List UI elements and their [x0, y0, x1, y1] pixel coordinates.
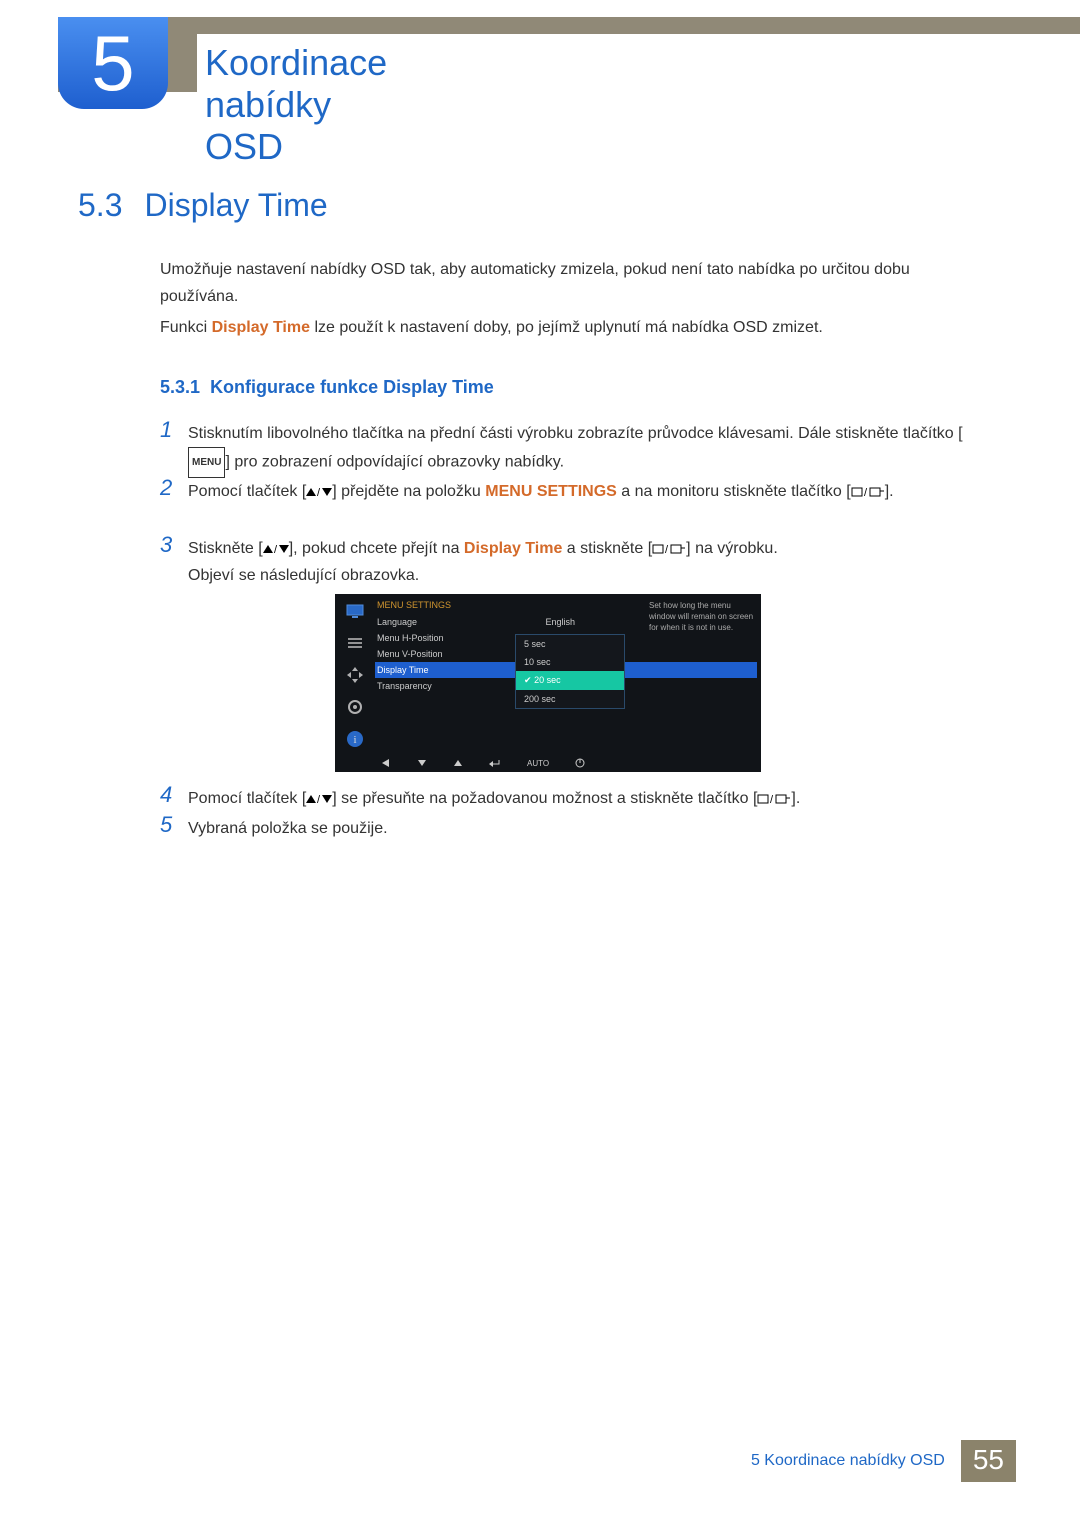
auto-label: AUTO [527, 759, 549, 768]
page-footer: 5 Koordinace nabídky OSD 55 [735, 1440, 1016, 1482]
step-number: 2 [160, 475, 172, 501]
step-2: 2 Pomocí tlačítek [/] přejděte na položk… [160, 478, 986, 505]
monitor-icon [344, 600, 366, 622]
step-number: 1 [160, 417, 172, 443]
up-icon [453, 759, 463, 767]
osd-option: 10 sec [516, 653, 624, 671]
svg-text:/: / [864, 487, 868, 498]
menu-key-icon: MENU [188, 447, 225, 478]
page-number: 55 [961, 1440, 1016, 1482]
step-4: 4 Pomocí tlačítek [/] se přesuňte na pož… [160, 785, 986, 812]
svg-text:/: / [770, 794, 774, 805]
osd-help-text: Set how long the menu window will remain… [649, 600, 757, 633]
subsection-number: 5.3.1 [160, 377, 200, 397]
osd-option: 200 sec [516, 690, 624, 708]
down-icon [417, 759, 427, 767]
intro-paragraph-1: Umožňuje nastavení nabídky OSD tak, aby … [160, 256, 986, 310]
section-title: Display Time [144, 187, 327, 223]
svg-text:/: / [317, 794, 321, 805]
subsection-title: Konfigurace funkce Display Time [210, 377, 494, 397]
emph-display-time: Display Time [464, 540, 562, 557]
step-1: 1 Stisknutím libovolného tlačítka na pře… [160, 420, 986, 478]
check-icon: ✔ [524, 675, 532, 685]
info-icon: i [344, 728, 366, 750]
svg-text:i: i [353, 734, 356, 746]
footer-chapter-label: 5 Koordinace nabídky OSD [735, 1440, 961, 1482]
osd-option: 5 sec [516, 635, 624, 653]
svg-text:/: / [317, 487, 321, 498]
osd-sidebar: i [341, 600, 369, 750]
enter-key-icon: / [652, 543, 686, 555]
up-down-icon: / [306, 486, 332, 498]
gear-icon [344, 696, 366, 718]
enter-key-icon: / [851, 486, 885, 498]
chapter-badge: 5 [58, 17, 168, 109]
osd-screenshot: i MENU SETTINGS LanguageEnglish Menu H-P… [335, 594, 761, 772]
chapter-title: Koordinace nabídky OSD [197, 34, 1080, 176]
subsection-heading: 5.3.1 Konfigurace funkce Display Time [160, 377, 494, 398]
step-number: 5 [160, 812, 172, 838]
osd-footer: AUTO [375, 756, 757, 770]
emph-menu-settings: MENU SETTINGS [485, 483, 617, 500]
section-heading: 5.3 Display Time [78, 187, 328, 224]
move-icon [344, 664, 366, 686]
section-number: 5.3 [78, 187, 122, 223]
step-number: 4 [160, 782, 172, 808]
enter-key-icon: / [757, 793, 791, 805]
svg-text:/: / [274, 544, 278, 555]
power-icon [575, 758, 585, 768]
step-5: 5 Vybraná položka se použije. [160, 815, 986, 842]
emph-display-time: Display Time [212, 319, 310, 336]
intro-paragraph-2: Funkci Display Time lze použít k nastave… [160, 314, 986, 341]
step-3: 3 Stiskněte [/], pokud chcete přejít na … [160, 535, 986, 589]
up-down-icon: / [263, 543, 289, 555]
left-icon [381, 759, 391, 767]
step-number: 3 [160, 532, 172, 558]
chapter-number: 5 [91, 18, 134, 109]
svg-text:/: / [665, 544, 669, 555]
return-icon [489, 758, 501, 768]
list-icon [344, 632, 366, 654]
up-down-icon: / [306, 793, 332, 805]
osd-dropdown: 5 sec 10 sec ✔ 20 sec 200 sec [515, 634, 625, 709]
osd-option-selected: ✔ 20 sec [516, 671, 624, 690]
